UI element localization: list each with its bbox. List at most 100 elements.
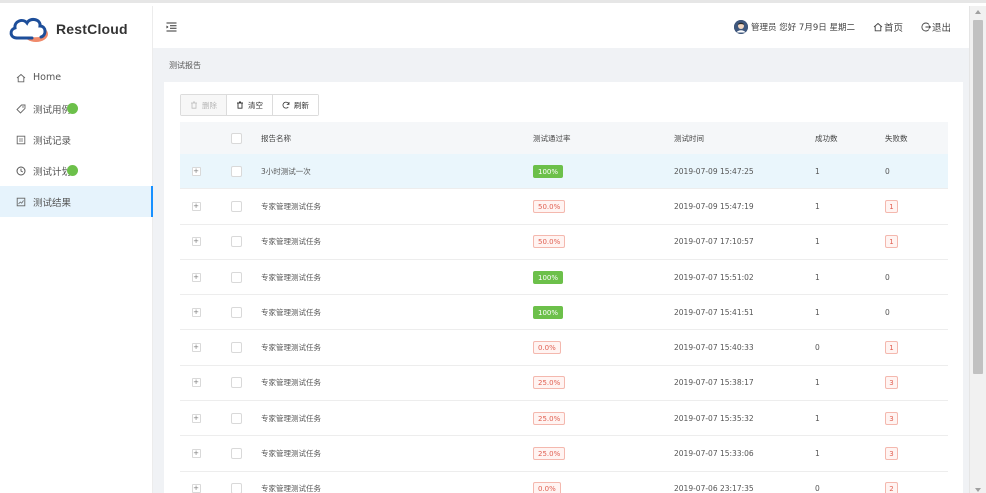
clear-button[interactable]: 清空 <box>227 95 273 115</box>
header-user-area: 管理员 您好 7月9日 星期二 首页 退出 <box>734 20 969 34</box>
table-row[interactable]: + 专家管理测试任务 50.0% 2019-07-09 15:47:19 1 1 <box>180 189 948 225</box>
sidebar-item-test-results[interactable]: 测试结果 <box>0 186 153 217</box>
column-header-fail[interactable]: 失败数 <box>885 133 948 144</box>
test-time: 2019-07-07 15:40:33 <box>674 343 754 353</box>
table-row[interactable]: + 专家管理测试任务 0.0% 2019-07-07 15:40:33 0 1 <box>180 330 948 366</box>
row-checkbox[interactable] <box>231 165 242 177</box>
expand-cell: + <box>180 413 212 423</box>
test-time: 2019-07-09 15:47:19 <box>674 201 754 211</box>
cloud-logo-icon <box>9 17 48 42</box>
expand-row-icon[interactable]: + <box>191 449 201 459</box>
home-link-label: 首页 <box>883 23 903 34</box>
refresh-button[interactable]: 刷新 <box>273 95 318 115</box>
table-row[interactable]: + 专家管理测试任务 100% 2019-07-07 15:41:51 1 0 <box>180 295 948 331</box>
sidebar-item-test-cases[interactable]: 测试用例 <box>0 93 152 124</box>
menu-toggle-icon[interactable] <box>165 21 177 33</box>
expand-row-icon[interactable]: + <box>191 272 201 282</box>
sidebar: RestCloud Home 测试用例 测试记录 测试计划 测试结果 <box>0 6 153 493</box>
report-name: 专家管理测试任务 <box>261 378 321 388</box>
scrollbar-thumb[interactable] <box>973 20 983 374</box>
avatar[interactable] <box>734 20 749 34</box>
test-time: 2019-07-09 15:47:25 <box>674 166 754 176</box>
select-cell <box>212 271 261 283</box>
expand-row-icon[interactable]: + <box>191 413 201 423</box>
select-cell <box>212 236 261 248</box>
row-checkbox[interactable] <box>231 448 242 460</box>
row-checkbox[interactable] <box>231 412 242 424</box>
test-time: 2019-07-07 15:35:32 <box>674 413 754 423</box>
expand-cell: + <box>180 201 212 211</box>
row-checkbox[interactable] <box>231 342 242 354</box>
table-row[interactable]: + 专家管理测试任务 50.0% 2019-07-07 17:10:57 1 1 <box>180 225 948 260</box>
column-header-time[interactable]: 测试时间 <box>674 133 815 144</box>
logout-link[interactable]: 退出 <box>921 20 951 34</box>
success-count: 1 <box>815 449 820 459</box>
sidebar-item-test-plans[interactable]: 测试计划 <box>0 155 152 186</box>
app-window: RestCloud Home 测试用例 测试记录 测试计划 测试结果 管理员 您… <box>0 0 986 493</box>
success-count: 1 <box>815 413 820 423</box>
row-checkbox[interactable] <box>231 236 242 248</box>
report-name: 专家管理测试任务 <box>261 201 321 211</box>
success-count: 1 <box>815 378 820 388</box>
table-row[interactable]: +3小时测试一次 100% 2019-07-09 15:47:25 1 0 <box>180 154 948 190</box>
scroll-down-icon[interactable] <box>975 488 981 492</box>
table-row[interactable]: + 专家管理测试任务 100% 2019-07-07 15:51:02 1 0 <box>180 260 948 296</box>
row-checkbox[interactable] <box>231 200 242 212</box>
expand-row-icon[interactable]: + <box>191 166 201 176</box>
delete-button[interactable]: 删除 <box>181 95 227 115</box>
column-header-rate[interactable]: 测试通过率 <box>533 133 674 144</box>
expand-cell: + <box>180 378 212 388</box>
expand-row-icon[interactable]: + <box>191 307 201 317</box>
expand-row-icon[interactable]: + <box>191 484 201 493</box>
logout-link-label: 退出 <box>931 23 951 34</box>
success-count: 1 <box>815 201 820 211</box>
sidebar-item-test-records[interactable]: 测试记录 <box>0 124 152 155</box>
table-row[interactable]: + 专家管理测试任务 25.0% 2019-07-07 15:33:06 1 3 <box>180 436 948 472</box>
home-icon <box>873 22 883 32</box>
toolbar: 删除 清空 刷新 <box>180 94 319 116</box>
pass-rate-badge: 50.0% <box>533 199 566 213</box>
select-all-checkbox[interactable] <box>231 132 242 144</box>
expand-row-icon[interactable]: + <box>191 201 201 211</box>
sidebar-item-label: Home <box>33 72 62 83</box>
logo[interactable]: RestCloud <box>0 6 152 52</box>
main-content: 测试报告 删除 清空 刷新 报告名称 测试通过率 测试时间 成功数 失败数 + … <box>153 48 969 493</box>
row-checkbox[interactable] <box>231 483 242 493</box>
report-name: 3小时测试一次 <box>261 166 311 176</box>
pass-rate-badge: 25.0% <box>533 411 566 425</box>
column-header-name[interactable]: 报告名称 <box>261 133 533 144</box>
fail-count: 0 <box>885 272 890 282</box>
fail-count-cell: 1 <box>885 199 948 213</box>
home-link[interactable]: 首页 <box>873 20 903 34</box>
table-row[interactable]: + 专家管理测试任务 25.0% 2019-07-07 15:38:17 1 3 <box>180 366 948 402</box>
fail-count: 1 <box>885 341 898 355</box>
expand-row-icon[interactable]: + <box>191 343 201 353</box>
sidebar-item-label: 测试用例 <box>33 104 72 116</box>
report-name: 专家管理测试任务 <box>261 449 321 459</box>
report-name: 专家管理测试任务 <box>261 237 321 247</box>
table-row[interactable]: + 专家管理测试任务 0.0% 2019-07-06 23:17:35 0 2 <box>180 472 948 493</box>
select-cell <box>212 412 261 424</box>
row-checkbox[interactable] <box>231 377 242 389</box>
expand-row-icon[interactable]: + <box>191 237 201 247</box>
fail-count-cell: 1 <box>885 341 948 355</box>
row-checkbox[interactable] <box>231 306 242 318</box>
sidebar-item-label: 测试结果 <box>33 197 72 209</box>
brand-name: RestCloud <box>56 21 128 37</box>
home-icon <box>15 72 27 84</box>
pass-rate-badge: 50.0% <box>533 235 566 249</box>
table-row[interactable]: + 专家管理测试任务 25.0% 2019-07-07 15:35:32 1 3 <box>180 401 948 437</box>
scroll-up-icon[interactable] <box>975 10 981 14</box>
row-checkbox[interactable] <box>231 271 242 283</box>
report-name: 专家管理测试任务 <box>261 307 321 317</box>
fail-count-cell: 2 <box>885 482 948 493</box>
select-cell <box>212 165 261 177</box>
column-header-success[interactable]: 成功数 <box>815 133 885 144</box>
page-scrollbar[interactable] <box>969 6 986 493</box>
success-count: 0 <box>815 343 820 353</box>
table-body: +3小时测试一次 100% 2019-07-09 15:47:25 1 0 + 专家管理测试… <box>180 154 948 493</box>
expand-row-icon[interactable]: + <box>191 378 201 388</box>
fail-count: 2 <box>885 482 898 493</box>
sidebar-item-home[interactable]: Home <box>0 62 152 93</box>
pass-rate-cell: 100% <box>533 270 674 284</box>
